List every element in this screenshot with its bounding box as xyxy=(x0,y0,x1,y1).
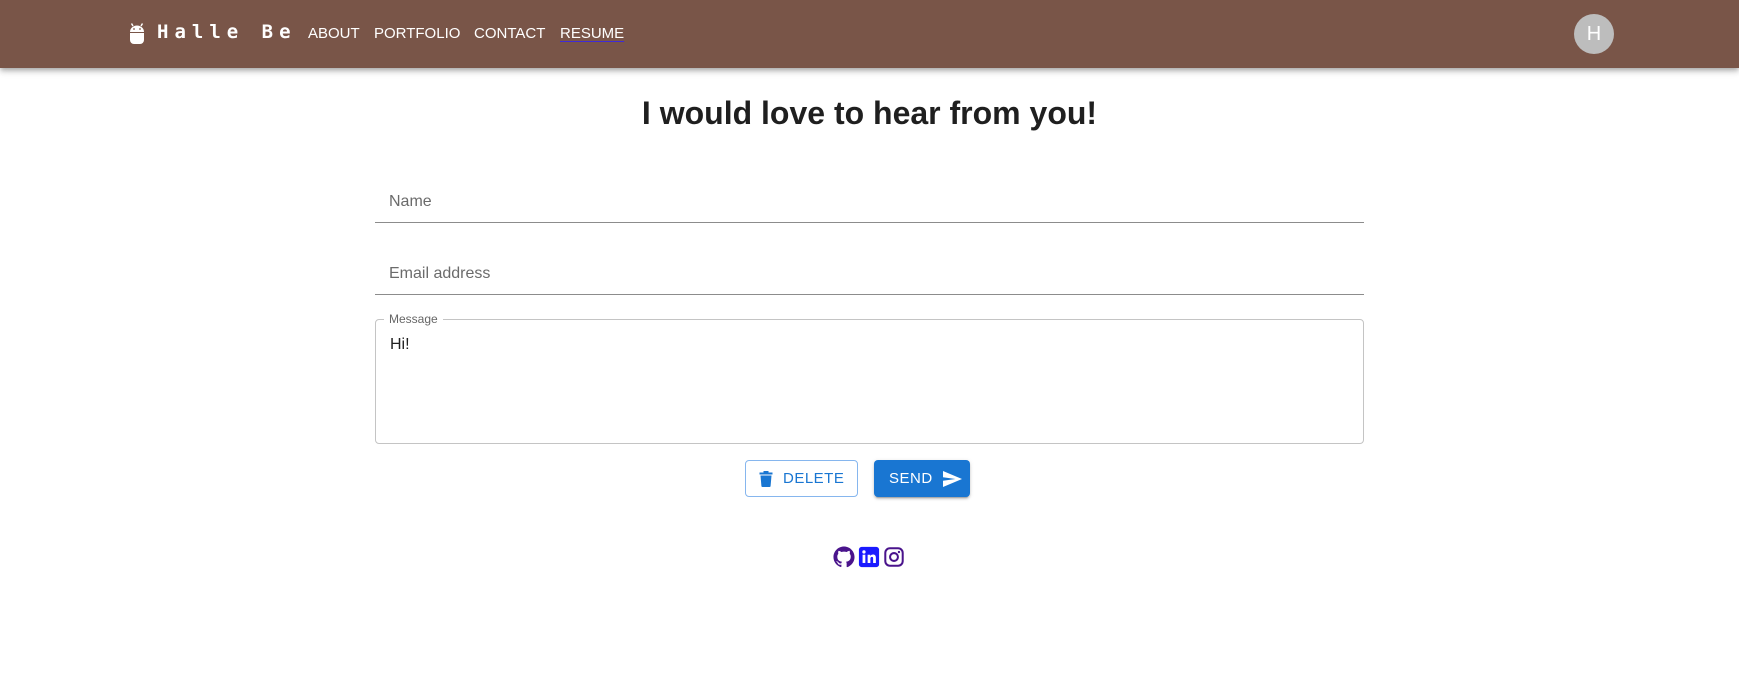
page-title: I would love to hear from you! xyxy=(641,95,1098,131)
nav-contact[interactable]: CONTACT xyxy=(474,25,545,42)
delete-button[interactable]: DELETE xyxy=(745,460,858,497)
message-field[interactable]: Hi! xyxy=(390,336,1348,432)
delete-button-label: DELETE xyxy=(783,470,845,487)
social-links xyxy=(833,546,905,568)
send-button-label: SEND xyxy=(889,470,933,487)
avatar[interactable]: H xyxy=(1574,14,1614,54)
nav-portfolio[interactable]: PORTFOLIO xyxy=(374,25,460,42)
message-label: Message xyxy=(384,312,443,326)
nav-resume[interactable]: RESUME xyxy=(560,25,624,42)
name-field[interactable] xyxy=(375,181,1364,223)
brand-name[interactable]: Halle Be xyxy=(157,21,297,43)
android-icon xyxy=(130,23,144,44)
instagram-icon[interactable] xyxy=(883,546,905,568)
top-app-bar: Halle Be ABOUT PORTFOLIO CONTACT RESUME … xyxy=(0,0,1739,68)
nav-about[interactable]: ABOUT xyxy=(308,25,360,42)
message-field-container: Message Hi! xyxy=(375,312,1364,444)
send-button[interactable]: SEND xyxy=(874,460,970,497)
email-field[interactable] xyxy=(375,253,1364,295)
linkedin-icon[interactable] xyxy=(858,546,880,568)
send-icon xyxy=(942,470,962,487)
trash-icon xyxy=(759,470,773,487)
github-icon[interactable] xyxy=(833,546,855,568)
